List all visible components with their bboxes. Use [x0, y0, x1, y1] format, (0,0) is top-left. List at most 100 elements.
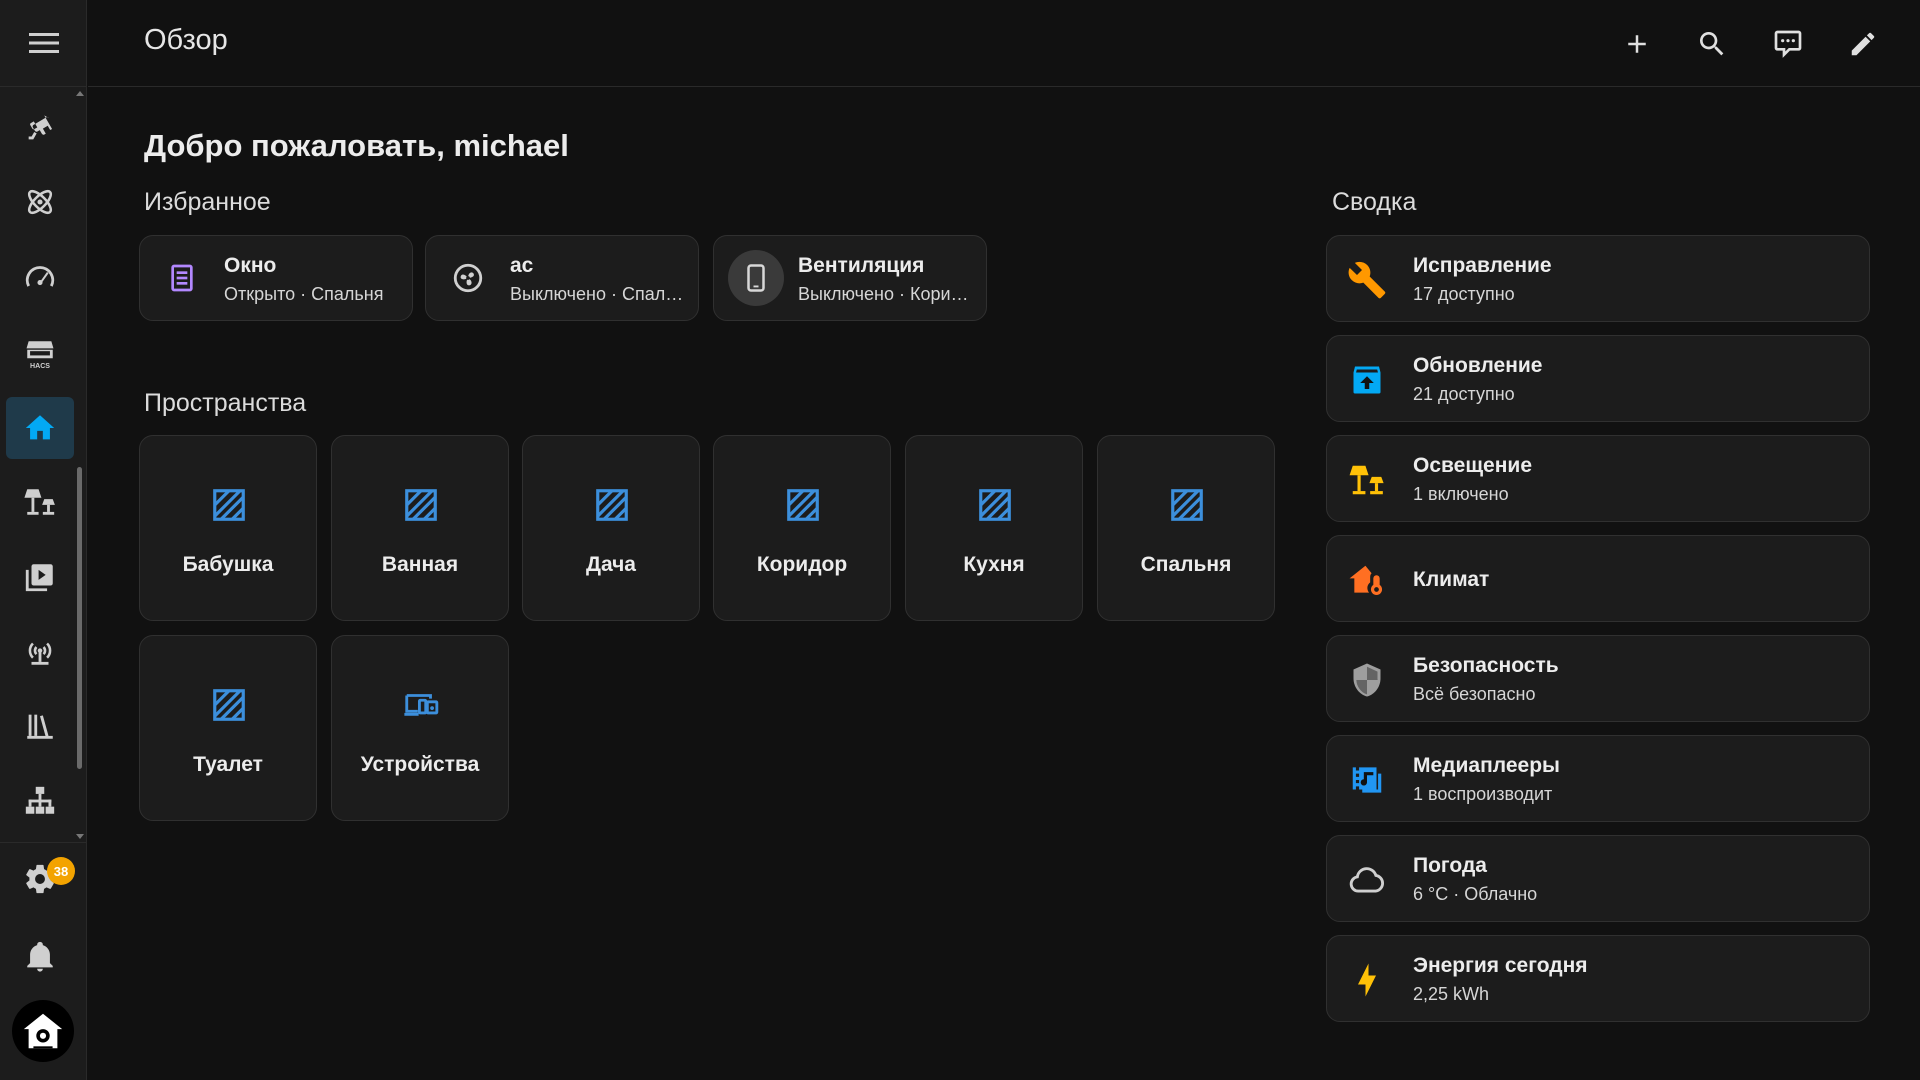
top-bar: Обзор: [88, 0, 1920, 87]
add-button[interactable]: [1611, 18, 1663, 70]
pencil-icon: [1851, 32, 1875, 56]
area-card-koridor[interactable]: Коридор: [713, 435, 891, 621]
area-icon: [213, 489, 245, 521]
summary-card-media-players[interactable]: Медиаплееры 1 воспроизводит: [1326, 735, 1870, 822]
sidebar-item-network[interactable]: [6, 770, 74, 832]
summary-card-weather[interactable]: Погода 6 °C · Облачно: [1326, 835, 1870, 922]
favorite-status: Открыто · Спальня: [224, 284, 384, 304]
sidebar-item-energy[interactable]: [6, 248, 74, 310]
sidebar-item-lights[interactable]: [6, 471, 74, 533]
sitemap-icon: [25, 786, 55, 814]
summary-name: Безопасность: [1413, 654, 1559, 677]
home-icon: [25, 415, 55, 440]
summary-card-lighting[interactable]: Освещение 1 включено: [1326, 435, 1870, 522]
assist-button[interactable]: [1762, 18, 1814, 70]
house-logo-icon: [23, 1013, 63, 1049]
sidebar-item-hacs[interactable]: HACS: [6, 323, 74, 385]
summary-name: Освещение: [1413, 454, 1532, 477]
area-card-devices[interactable]: Устройства: [331, 635, 509, 821]
favorite-card-window[interactable]: Окно Открыто · Спальня: [139, 235, 413, 321]
area-icon: [213, 689, 245, 721]
window-icon: [171, 264, 193, 292]
scroll-up-arrow[interactable]: [76, 91, 84, 96]
summary-name: Погода: [1413, 854, 1487, 877]
lamps-icon: [24, 489, 55, 515]
summary-status: 2,25 kWh: [1413, 984, 1490, 1004]
lamps-icon: [1349, 465, 1384, 495]
cctv-icon: [28, 115, 53, 140]
sidebar-item-library[interactable]: [6, 695, 74, 757]
favorite-status: Выключено · Спальня: [510, 284, 685, 304]
plus-icon: [1628, 35, 1646, 53]
summary-name: Медиаплееры: [1413, 754, 1560, 777]
summary-status: Всё безопасно: [1413, 684, 1536, 704]
area-card-tualet[interactable]: Туалет: [139, 635, 317, 821]
favorite-card-ventilation[interactable]: Вентиляция Выключено · Коридор: [713, 235, 987, 321]
sidebar-item-antenna[interactable]: [6, 621, 74, 683]
summary-card-security[interactable]: Безопасность Всё безопасно: [1326, 635, 1870, 722]
area-card-vannaya[interactable]: Ванная: [331, 435, 509, 621]
area-card-babushka[interactable]: Бабушка: [139, 435, 317, 621]
area-card-dacha[interactable]: Дача: [522, 435, 700, 621]
summary-status: 6 °C · Облачно: [1413, 884, 1538, 904]
menu-button[interactable]: [0, 0, 87, 87]
menu-icon: [28, 33, 59, 53]
summary-status: 21 доступно: [1413, 384, 1515, 404]
wrench-icon: [1348, 261, 1386, 299]
user-avatar[interactable]: [12, 1000, 74, 1062]
edit-dashboard-button[interactable]: [1837, 18, 1889, 70]
home-thermometer-icon: [1349, 565, 1383, 595]
sidebar-item-cameras[interactable]: [6, 97, 74, 159]
sidebar-scrollbar[interactable]: [77, 467, 82, 769]
atom-icon: [27, 189, 53, 215]
sidebar: HACS 38: [0, 0, 87, 1080]
shield-icon: [1353, 663, 1381, 697]
summary-card-repairs[interactable]: Исправление 17 доступно: [1326, 235, 1870, 322]
favorite-icon-wrap: [154, 250, 210, 306]
library-icon: [27, 714, 53, 739]
areas-title: Пространства: [144, 389, 307, 417]
area-label: Коридор: [756, 553, 848, 576]
area-card-spalnya[interactable]: Спальня: [1097, 435, 1275, 621]
summary-icon-wrap: [1347, 560, 1387, 600]
area-label: Туалет: [193, 753, 263, 776]
media-icon: [25, 564, 53, 592]
favorite-name: Окно: [224, 254, 277, 277]
summary-name: Климат: [1413, 568, 1490, 591]
favorite-card-ac[interactable]: ac Выключено · Спальня: [425, 235, 699, 321]
welcome-heading: Добро пожаловать, michael: [144, 128, 569, 163]
antenna-icon: [28, 642, 52, 665]
area-icon: [787, 489, 819, 521]
fan-icon: [453, 263, 483, 293]
summary-card-energy[interactable]: Энергия сегодня 2,25 kWh: [1326, 935, 1870, 1022]
sidebar-divider: [0, 842, 87, 843]
sidebar-item-atom[interactable]: [6, 171, 74, 233]
summary-status: 17 доступно: [1413, 284, 1515, 304]
search-button[interactable]: [1686, 18, 1738, 70]
area-icon: [596, 489, 628, 521]
summary-status: 1 воспроизводит: [1413, 784, 1553, 804]
scroll-down-arrow[interactable]: [76, 834, 84, 839]
summary-card-updates[interactable]: Обновление 21 доступно: [1326, 335, 1870, 422]
favorite-status: Выключено · Коридор: [798, 284, 973, 304]
favorite-icon-wrap: [440, 250, 496, 306]
summary-icon-wrap: [1347, 460, 1387, 500]
area-card-kukhnya[interactable]: Кухня: [905, 435, 1083, 621]
area-icon: [405, 489, 437, 521]
area-label: Кухня: [963, 553, 1025, 576]
favorites-title: Избранное: [144, 188, 271, 216]
summary-icon-wrap: [1347, 260, 1387, 300]
favorite-icon-wrap: [728, 250, 784, 306]
summary-status: 1 включено: [1413, 484, 1509, 504]
phone-icon: [747, 264, 765, 292]
sidebar-item-notifications[interactable]: [6, 925, 74, 987]
area-label: Ванная: [381, 553, 459, 576]
app: HACS 38 Обзор Добро пожаловать, michael …: [0, 0, 1920, 1080]
area-label: Бабушка: [182, 553, 274, 576]
sidebar-item-media[interactable]: [6, 546, 74, 608]
summary-card-climate[interactable]: Климат: [1326, 535, 1870, 622]
settings-badge: 38: [47, 857, 75, 885]
sidebar-item-overview[interactable]: [6, 397, 74, 459]
summary-icon-wrap: [1347, 660, 1387, 700]
search-icon: [1700, 32, 1724, 56]
